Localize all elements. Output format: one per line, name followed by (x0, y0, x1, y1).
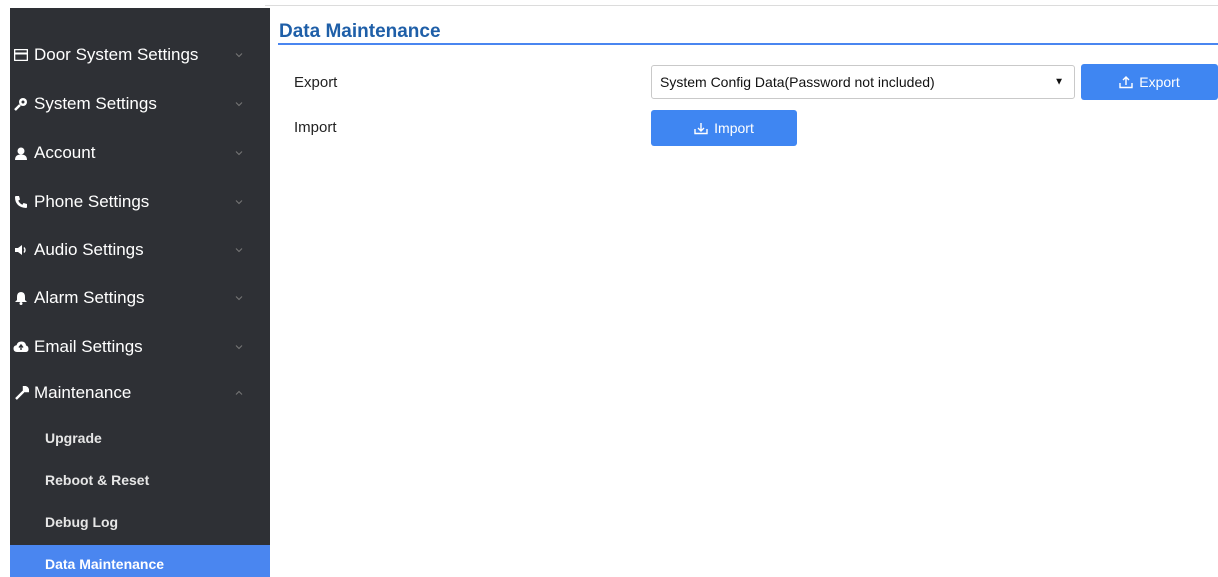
sidebar-item-label: Phone Settings (34, 192, 150, 211)
chevron-down-icon (235, 53, 243, 58)
card-icon (12, 46, 30, 64)
sidebar-menu: Door System Settings System Settings Acc… (10, 8, 270, 577)
sidebar-item-label: Maintenance (34, 383, 132, 402)
import-label: Import (294, 119, 337, 136)
import-icon (694, 121, 708, 135)
export-button[interactable]: Export (1081, 64, 1218, 100)
wrench-icon (12, 384, 30, 402)
bell-icon (12, 289, 30, 307)
sidebar-subitem-label: Reboot & Reset (45, 472, 150, 488)
chevron-down-icon (235, 200, 243, 205)
key-icon (12, 95, 30, 113)
sidebar-subitem-label: Data Maintenance (45, 556, 165, 573)
sidebar-item-email-settings[interactable]: Email Settings (10, 323, 270, 371)
chevron-down-icon (235, 151, 243, 156)
export-label: Export (294, 74, 338, 91)
sidebar-item-label: Door System Settings (34, 45, 199, 64)
top-divider (265, 5, 1218, 6)
sidebar-item-maintenance[interactable]: Maintenance (10, 369, 270, 417)
page-title: Data Maintenance (279, 21, 441, 42)
sidebar-item-label: Email Settings (34, 337, 143, 356)
title-underline (278, 43, 1218, 45)
sidebar-item-phone-settings[interactable]: Phone Settings (10, 178, 270, 226)
sidebar-item-label: Alarm Settings (34, 288, 145, 307)
cloud-icon (12, 338, 30, 356)
sidebar-item-label: System Settings (34, 94, 157, 113)
sidebar: Door System Settings System Settings Acc… (0, 0, 270, 577)
main-content: Data Maintenance Export System Config Da… (265, 0, 1218, 575)
sidebar-subitem-data-maintenance[interactable]: Data Maintenance (10, 545, 270, 577)
user-icon (12, 144, 30, 162)
sidebar-subitem-debug-log[interactable]: Debug Log (10, 501, 270, 543)
sidebar-item-audio-settings[interactable]: Audio Settings (10, 226, 270, 274)
sidebar-item-door-system-settings[interactable]: Door System Settings (10, 31, 270, 79)
export-type-select[interactable]: System Config Data(Password not included… (651, 65, 1075, 99)
sidebar-subitem-label: Upgrade (45, 430, 102, 446)
import-button-label: Import (714, 120, 754, 136)
sidebar-subitem-reboot-reset[interactable]: Reboot & Reset (10, 459, 270, 501)
dropdown-arrow-icon: ▼ (1054, 76, 1064, 88)
upload-icon (1119, 75, 1133, 89)
chevron-up-icon (235, 390, 243, 395)
sidebar-item-label: Audio Settings (34, 240, 144, 259)
chevron-down-icon (235, 345, 243, 350)
export-button-label: Export (1139, 74, 1180, 90)
sidebar-item-system-settings[interactable]: System Settings (10, 80, 270, 128)
sidebar-item-alarm-settings[interactable]: Alarm Settings (10, 274, 270, 322)
import-button[interactable]: Import (651, 110, 797, 146)
chevron-down-icon (235, 102, 243, 107)
phone-icon (12, 193, 30, 211)
sidebar-item-account[interactable]: Account (10, 129, 270, 177)
sidebar-subitem-label: Debug Log (45, 514, 119, 530)
sidebar-subitem-upgrade[interactable]: Upgrade (10, 417, 270, 459)
speaker-icon (12, 241, 30, 259)
chevron-down-icon (235, 296, 243, 301)
chevron-down-icon (235, 248, 243, 253)
export-select-value: System Config Data(Password not included… (660, 74, 935, 90)
sidebar-item-label: Account (34, 143, 96, 162)
